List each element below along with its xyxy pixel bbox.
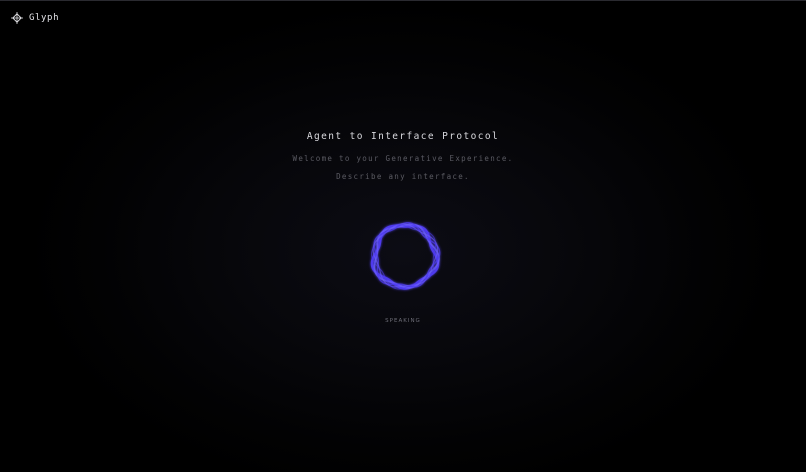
voice-orb-icon[interactable] xyxy=(365,216,445,296)
app-window: Glyph Agent to Interface Protocol Welcom… xyxy=(0,0,806,472)
crosshair-diamond-icon xyxy=(11,12,23,24)
prompt-hint: Describe any interface. xyxy=(336,172,470,181)
page-title: Agent to Interface Protocol xyxy=(306,131,500,142)
voice-status: SPEAKING xyxy=(385,318,421,324)
welcome-text: Welcome to your Generative Experience. xyxy=(292,154,514,163)
brand-name: Glyph xyxy=(29,13,60,23)
brand[interactable]: Glyph xyxy=(11,11,59,25)
window-top-border xyxy=(0,0,806,1)
